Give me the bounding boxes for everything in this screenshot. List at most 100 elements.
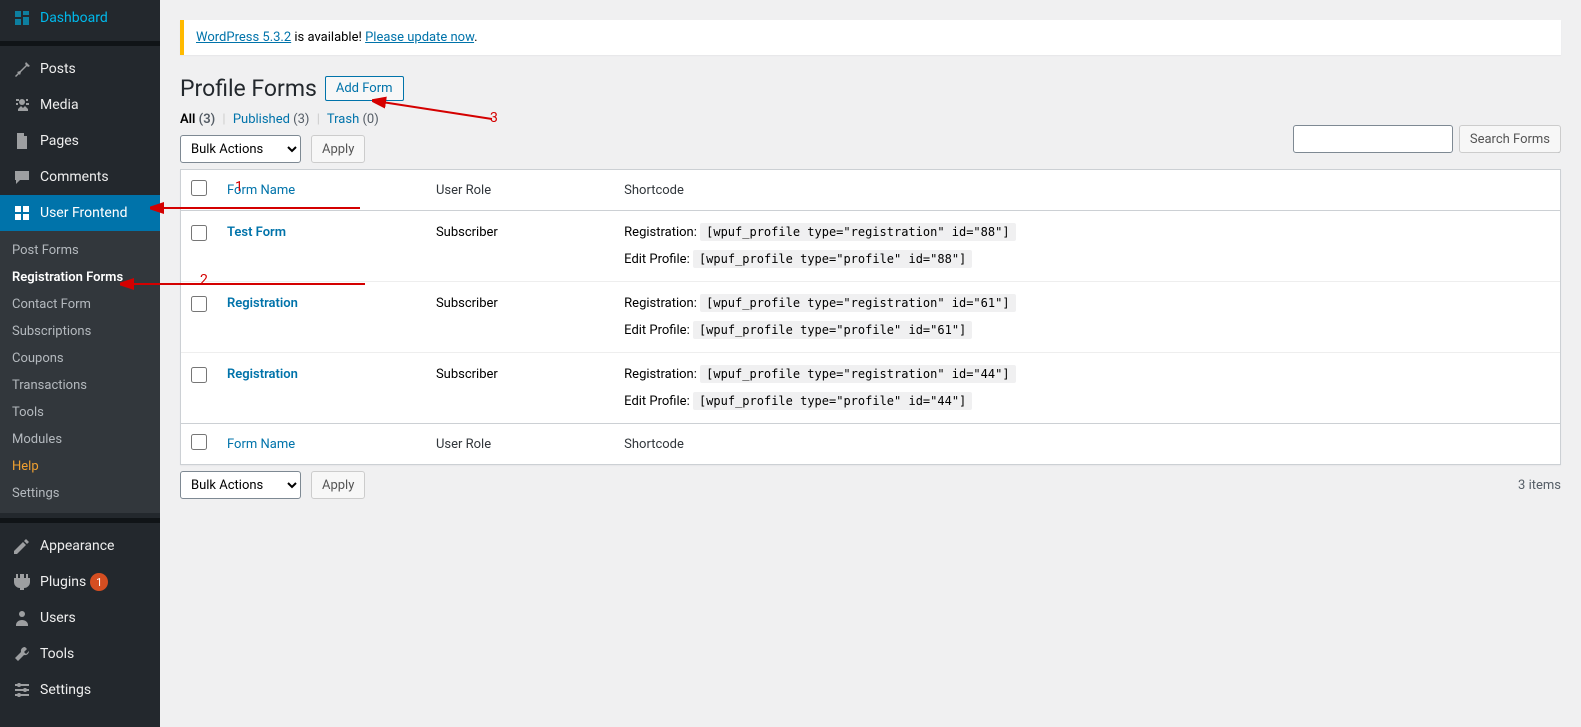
admin-sidebar: Dashboard Posts Media Pages Comments Use… — [0, 0, 160, 727]
shortcode-code[interactable]: [wpuf_profile type="registration" id="88… — [700, 223, 1015, 241]
sidebar-item-label: User Frontend — [40, 205, 127, 221]
row-user-role: Subscriber — [426, 353, 614, 423]
submenu-item-modules[interactable]: Modules — [0, 426, 160, 453]
page-header: Profile Forms Add Form — [180, 75, 1561, 102]
filter-published[interactable]: Published (3) — [233, 112, 310, 127]
submenu-item-subscriptions[interactable]: Subscriptions — [0, 318, 160, 345]
table-row: Test Form Subscriber Registration: [wpuf… — [181, 211, 1560, 282]
form-name-link[interactable]: Registration — [227, 296, 298, 311]
shortcode-code[interactable]: [wpuf_profile type="profile" id="61"] — [693, 321, 972, 339]
filter-all[interactable]: All (3) — [180, 112, 215, 127]
row-shortcode: Registration: [wpuf_profile type="regist… — [614, 282, 1560, 353]
row-checkbox[interactable] — [191, 296, 207, 312]
form-name-link[interactable]: Registration — [227, 367, 298, 382]
select-all-checkbox[interactable] — [191, 180, 207, 196]
sidebar-item-settings[interactable]: Settings — [0, 672, 160, 708]
separator — [0, 518, 160, 523]
annotation-label-3: 3 — [490, 110, 498, 126]
sidebar-item-plugins[interactable]: Plugins 1 — [0, 564, 160, 600]
sidebar-item-label: Settings — [40, 682, 91, 698]
annotation-label-1: 1 — [235, 179, 243, 195]
table-row: Registration Subscriber Registration: [w… — [181, 353, 1560, 423]
frontend-icon — [12, 203, 32, 223]
shortcode-code[interactable]: [wpuf_profile type="profile" id="44"] — [693, 392, 972, 410]
update-badge: 1 — [90, 573, 108, 591]
header-user-role: User Role — [426, 170, 614, 211]
sidebar-item-label: Media — [40, 97, 79, 113]
footer-form-name[interactable]: Form Name — [217, 423, 426, 464]
sidebar-item-pages[interactable]: Pages — [0, 123, 160, 159]
submenu-item-help[interactable]: Help — [0, 453, 160, 480]
dashboard-icon — [12, 8, 32, 28]
row-user-role: Subscriber — [426, 211, 614, 282]
items-count-bottom: 3 items — [1518, 478, 1561, 493]
header-shortcode: Shortcode — [614, 170, 1560, 211]
sidebar-item-label: Posts — [40, 61, 76, 77]
sidebar-item-users[interactable]: Users — [0, 600, 160, 636]
submenu-item-contact-form[interactable]: Contact Form — [0, 291, 160, 318]
row-shortcode: Registration: [wpuf_profile type="regist… — [614, 211, 1560, 282]
select-all-footer — [181, 423, 217, 464]
plugin-icon — [12, 572, 32, 592]
sidebar-item-label: Users — [40, 610, 76, 626]
shortcode-label-registration: Registration: — [624, 296, 697, 311]
sidebar-item-dashboard[interactable]: Dashboard — [0, 0, 160, 36]
footer-shortcode: Shortcode — [614, 423, 1560, 464]
search-button[interactable]: Search Forms — [1459, 125, 1561, 153]
shortcode-label-profile: Edit Profile: — [624, 394, 690, 409]
comment-icon — [12, 167, 32, 187]
shortcode-label-profile: Edit Profile: — [624, 323, 690, 338]
submenu-item-post-forms[interactable]: Post Forms — [0, 237, 160, 264]
notice-text: is available! — [291, 30, 365, 45]
tools-icon — [12, 644, 32, 664]
sidebar-item-comments[interactable]: Comments — [0, 159, 160, 195]
sidebar-item-user-frontend[interactable]: User Frontend — [0, 195, 160, 231]
sidebar-item-label: Dashboard — [40, 10, 108, 26]
wp-version-link[interactable]: WordPress 5.3.2 — [196, 30, 291, 45]
row-checkbox[interactable] — [191, 225, 207, 241]
annotation-label-2: 2 — [200, 272, 208, 288]
sidebar-item-appearance[interactable]: Appearance — [0, 528, 160, 564]
select-all-checkbox-footer[interactable] — [191, 434, 207, 450]
sidebar-item-label: Plugins — [40, 574, 86, 590]
shortcode-label-registration: Registration: — [624, 225, 697, 240]
shortcode-code[interactable]: [wpuf_profile type="profile" id="88"] — [693, 250, 972, 268]
notice-suffix: . — [474, 30, 477, 45]
row-shortcode: Registration: [wpuf_profile type="regist… — [614, 353, 1560, 423]
add-form-button[interactable]: Add Form — [325, 76, 404, 101]
header-form-name[interactable]: Form Name — [217, 170, 426, 211]
appearance-icon — [12, 536, 32, 556]
bulk-action-select-bottom[interactable]: Bulk Actions — [180, 471, 301, 499]
bulk-action-select[interactable]: Bulk Actions — [180, 135, 301, 163]
submenu-item-tools[interactable]: Tools — [0, 399, 160, 426]
sidebar-item-label: Appearance — [40, 538, 114, 554]
users-icon — [12, 608, 32, 628]
submenu-item-settings[interactable]: Settings — [0, 480, 160, 507]
sidebar-item-posts[interactable]: Posts — [0, 51, 160, 87]
submenu-item-registration-forms[interactable]: Registration Forms — [0, 264, 160, 291]
sidebar-submenu: Post Forms Registration Forms Contact Fo… — [0, 231, 160, 513]
update-now-link[interactable]: Please update now — [365, 30, 474, 45]
media-icon — [12, 95, 32, 115]
main-content: WordPress 5.3.2 is available! Please upd… — [160, 0, 1581, 727]
row-checkbox[interactable] — [191, 367, 207, 383]
form-name-link[interactable]: Test Form — [227, 225, 286, 240]
submenu-item-coupons[interactable]: Coupons — [0, 345, 160, 372]
filter-trash[interactable]: Trash (0) — [327, 112, 379, 127]
sidebar-item-tools[interactable]: Tools — [0, 636, 160, 672]
sidebar-item-media[interactable]: Media — [0, 87, 160, 123]
shortcode-label-profile: Edit Profile: — [624, 252, 690, 267]
footer-user-role: User Role — [426, 423, 614, 464]
pin-icon — [12, 59, 32, 79]
select-all-header — [181, 170, 217, 211]
shortcode-code[interactable]: [wpuf_profile type="registration" id="61… — [700, 294, 1015, 312]
apply-button-bottom[interactable]: Apply — [311, 471, 365, 499]
row-user-role: Subscriber — [426, 282, 614, 353]
sidebar-item-label: Comments — [40, 169, 109, 185]
shortcode-code[interactable]: [wpuf_profile type="registration" id="44… — [700, 365, 1015, 383]
separator — [0, 41, 160, 46]
settings-icon — [12, 680, 32, 700]
search-input[interactable] — [1293, 125, 1453, 153]
submenu-item-transactions[interactable]: Transactions — [0, 372, 160, 399]
apply-button[interactable]: Apply — [311, 135, 365, 163]
